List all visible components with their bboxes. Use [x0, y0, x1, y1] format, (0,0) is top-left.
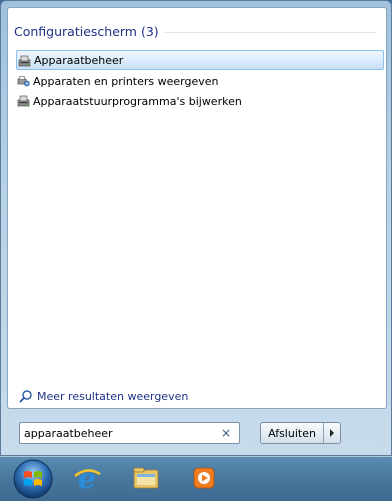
group-divider: [164, 31, 376, 33]
more-results-link[interactable]: Meer resultaten weergeven: [19, 388, 188, 404]
result-item-devices-printers[interactable]: Apparaten en printers weergeven: [16, 71, 384, 91]
search-icon: [19, 390, 32, 403]
result-label: Apparaatstuurprogramma's bijwerken: [33, 94, 242, 108]
search-input[interactable]: [20, 424, 214, 442]
folder-icon[interactable]: [131, 463, 161, 493]
start-menu: Configuratiescherm (3) Apparaatbeheer Ap…: [0, 0, 392, 456]
shutdown-button[interactable]: Afsluiten: [261, 423, 324, 443]
more-results-label: Meer resultaten weergeven: [37, 389, 189, 403]
windows-logo-icon[interactable]: [12, 458, 54, 500]
device-driver-icon: [17, 95, 30, 107]
device-manager-icon: [18, 55, 31, 67]
taskbar: e: [0, 456, 392, 501]
result-item-device-manager[interactable]: Apparaatbeheer: [16, 50, 384, 70]
search-box[interactable]: ×: [19, 422, 240, 444]
group-title[interactable]: Configuratiescherm (3): [14, 24, 159, 39]
clear-search-icon[interactable]: ×: [220, 426, 232, 440]
shutdown-button-group: Afsluiten: [260, 422, 341, 444]
internet-explorer-icon[interactable]: e: [72, 463, 102, 493]
media-player-icon[interactable]: [189, 463, 219, 493]
shutdown-options-button[interactable]: [324, 423, 340, 443]
devices-printers-icon: [17, 76, 30, 87]
chevron-right-icon: [330, 429, 334, 437]
result-label: Apparaten en printers weergeven: [33, 74, 219, 88]
result-item-update-drivers[interactable]: Apparaatstuurprogramma's bijwerken: [16, 91, 384, 111]
svg-text:e: e: [78, 463, 96, 493]
results-group-header[interactable]: Configuratiescherm (3): [14, 22, 376, 40]
result-label: Apparaatbeheer: [34, 53, 124, 67]
